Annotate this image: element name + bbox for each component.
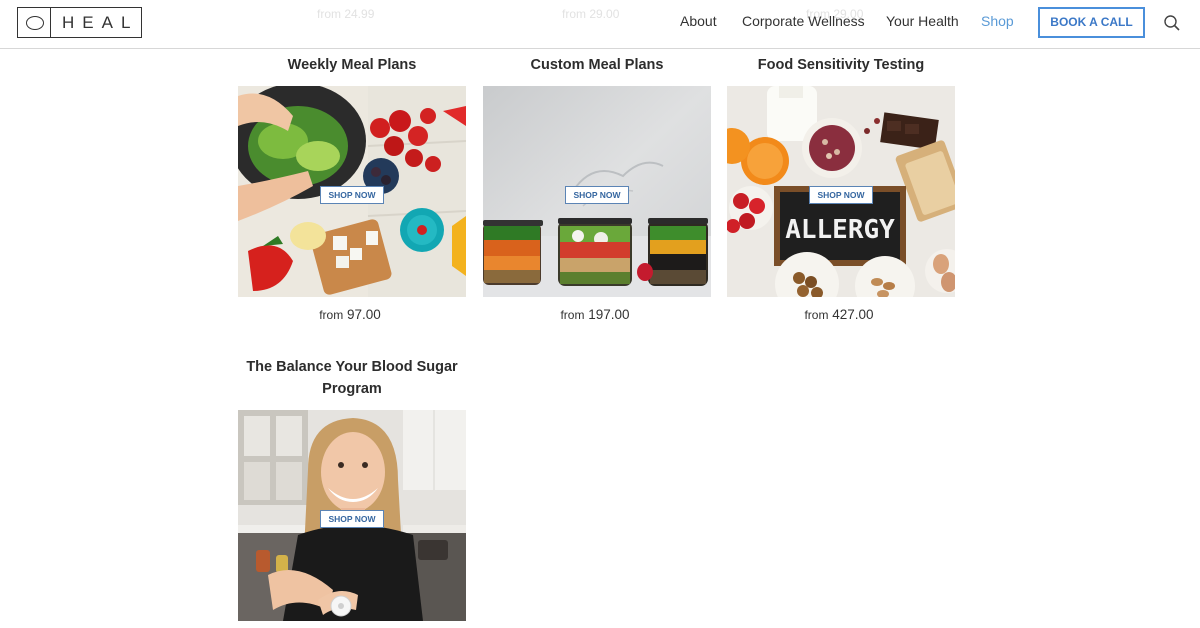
shop-now-button[interactable]: SHOP NOW — [565, 186, 629, 204]
ghost-price: from 24.99 — [317, 7, 375, 21]
ghost-price: from 29.00 — [562, 7, 620, 21]
nav-your-health[interactable]: Your Health — [886, 13, 959, 29]
nav-about[interactable]: About — [680, 13, 717, 29]
shop-now-button[interactable]: SHOP NOW — [320, 510, 384, 528]
price-value: 197.00 — [588, 307, 630, 322]
logo-text: HEAL — [62, 13, 139, 32]
price-prefix: from — [804, 308, 829, 322]
site-header: HEAL from 24.99 from 29.00 from 29.00 Ab… — [0, 0, 1200, 49]
product-title[interactable]: Custom Meal Plans — [483, 54, 711, 76]
product-title[interactable]: The Balance Your Blood Sugar Program — [238, 356, 466, 400]
product-price: from 427.00 — [725, 307, 953, 322]
shop-now-button[interactable]: SHOP NOW — [320, 186, 384, 204]
book-a-call-button[interactable]: BOOK A CALL — [1038, 7, 1145, 38]
search-icon[interactable] — [1163, 14, 1181, 32]
nav-corporate-wellness[interactable]: Corporate Wellness — [742, 13, 865, 29]
product-image-custom-meal-plans[interactable]: SHOP NOW — [483, 86, 711, 297]
price-prefix: from — [560, 308, 585, 322]
allergy-board-text: ALLERGY — [785, 215, 895, 245]
product-image-food-sensitivity-testing[interactable]: ALLERGY SHOP NOW — [727, 86, 955, 297]
nav-shop[interactable]: Shop — [981, 13, 1014, 29]
price-value: 97.00 — [346, 307, 381, 322]
product-title[interactable]: Food Sensitivity Testing — [727, 54, 955, 76]
product-image-blood-sugar-program[interactable]: SHOP NOW — [238, 410, 466, 621]
price-value: 427.00 — [832, 307, 874, 322]
heal-logo[interactable]: HEAL — [17, 7, 142, 38]
product-price: from 97.00 — [236, 307, 464, 322]
shop-now-button[interactable]: SHOP NOW — [809, 186, 873, 204]
logo-mark-icon — [18, 8, 51, 37]
product-image-weekly-meal-plans[interactable]: SHOP NOW — [238, 86, 466, 297]
product-price: from 197.00 — [481, 307, 709, 322]
product-title[interactable]: Weekly Meal Plans — [238, 54, 466, 76]
price-prefix: from — [319, 308, 344, 322]
